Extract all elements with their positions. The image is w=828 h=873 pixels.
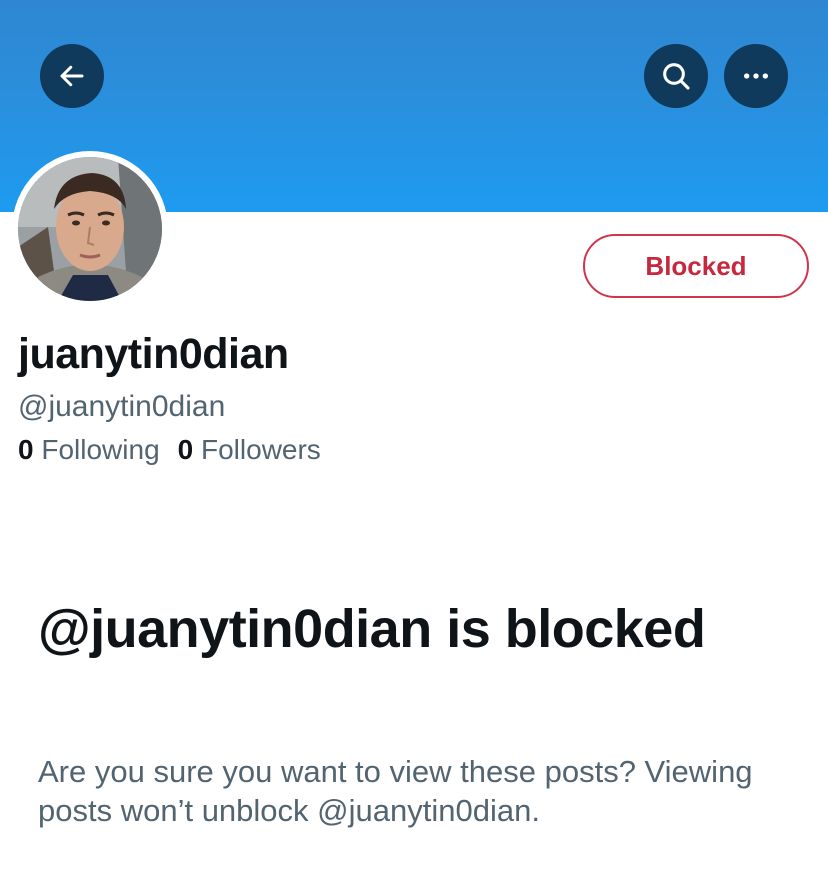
- following-label: Following: [41, 434, 160, 465]
- back-button[interactable]: [40, 44, 104, 108]
- avatar-photo: [18, 157, 162, 301]
- followers-label: Followers: [201, 434, 321, 465]
- blocked-button-label: Blocked: [645, 250, 747, 281]
- more-options-button[interactable]: [724, 44, 788, 108]
- following-stat[interactable]: 0 Following: [18, 434, 160, 466]
- blocked-notice-description: Are you sure you want to view these post…: [38, 754, 753, 828]
- search-icon: [663, 63, 690, 90]
- user-handle: @juanytin0dian: [18, 390, 226, 423]
- display-name: juanytin0dian: [18, 330, 289, 378]
- more-horizontal-icon: [744, 73, 768, 79]
- following-count: 0: [18, 434, 34, 465]
- avatar-frame[interactable]: [12, 151, 168, 307]
- search-button[interactable]: [644, 44, 708, 108]
- blocked-button[interactable]: Blocked: [583, 234, 809, 298]
- followers-count: 0: [177, 434, 194, 465]
- followers-stat[interactable]: 0 Followers: [178, 434, 321, 466]
- avatar[interactable]: [18, 157, 162, 301]
- follow-stats: 0 Following 0 Followers: [18, 434, 339, 466]
- blocked-notice-title: @juanytin0dian is blocked: [38, 599, 706, 659]
- arrow-left-icon: [60, 65, 84, 87]
- profile-page: Blocked juanytin0dian @juanytin0dian 0 F…: [0, 0, 828, 873]
